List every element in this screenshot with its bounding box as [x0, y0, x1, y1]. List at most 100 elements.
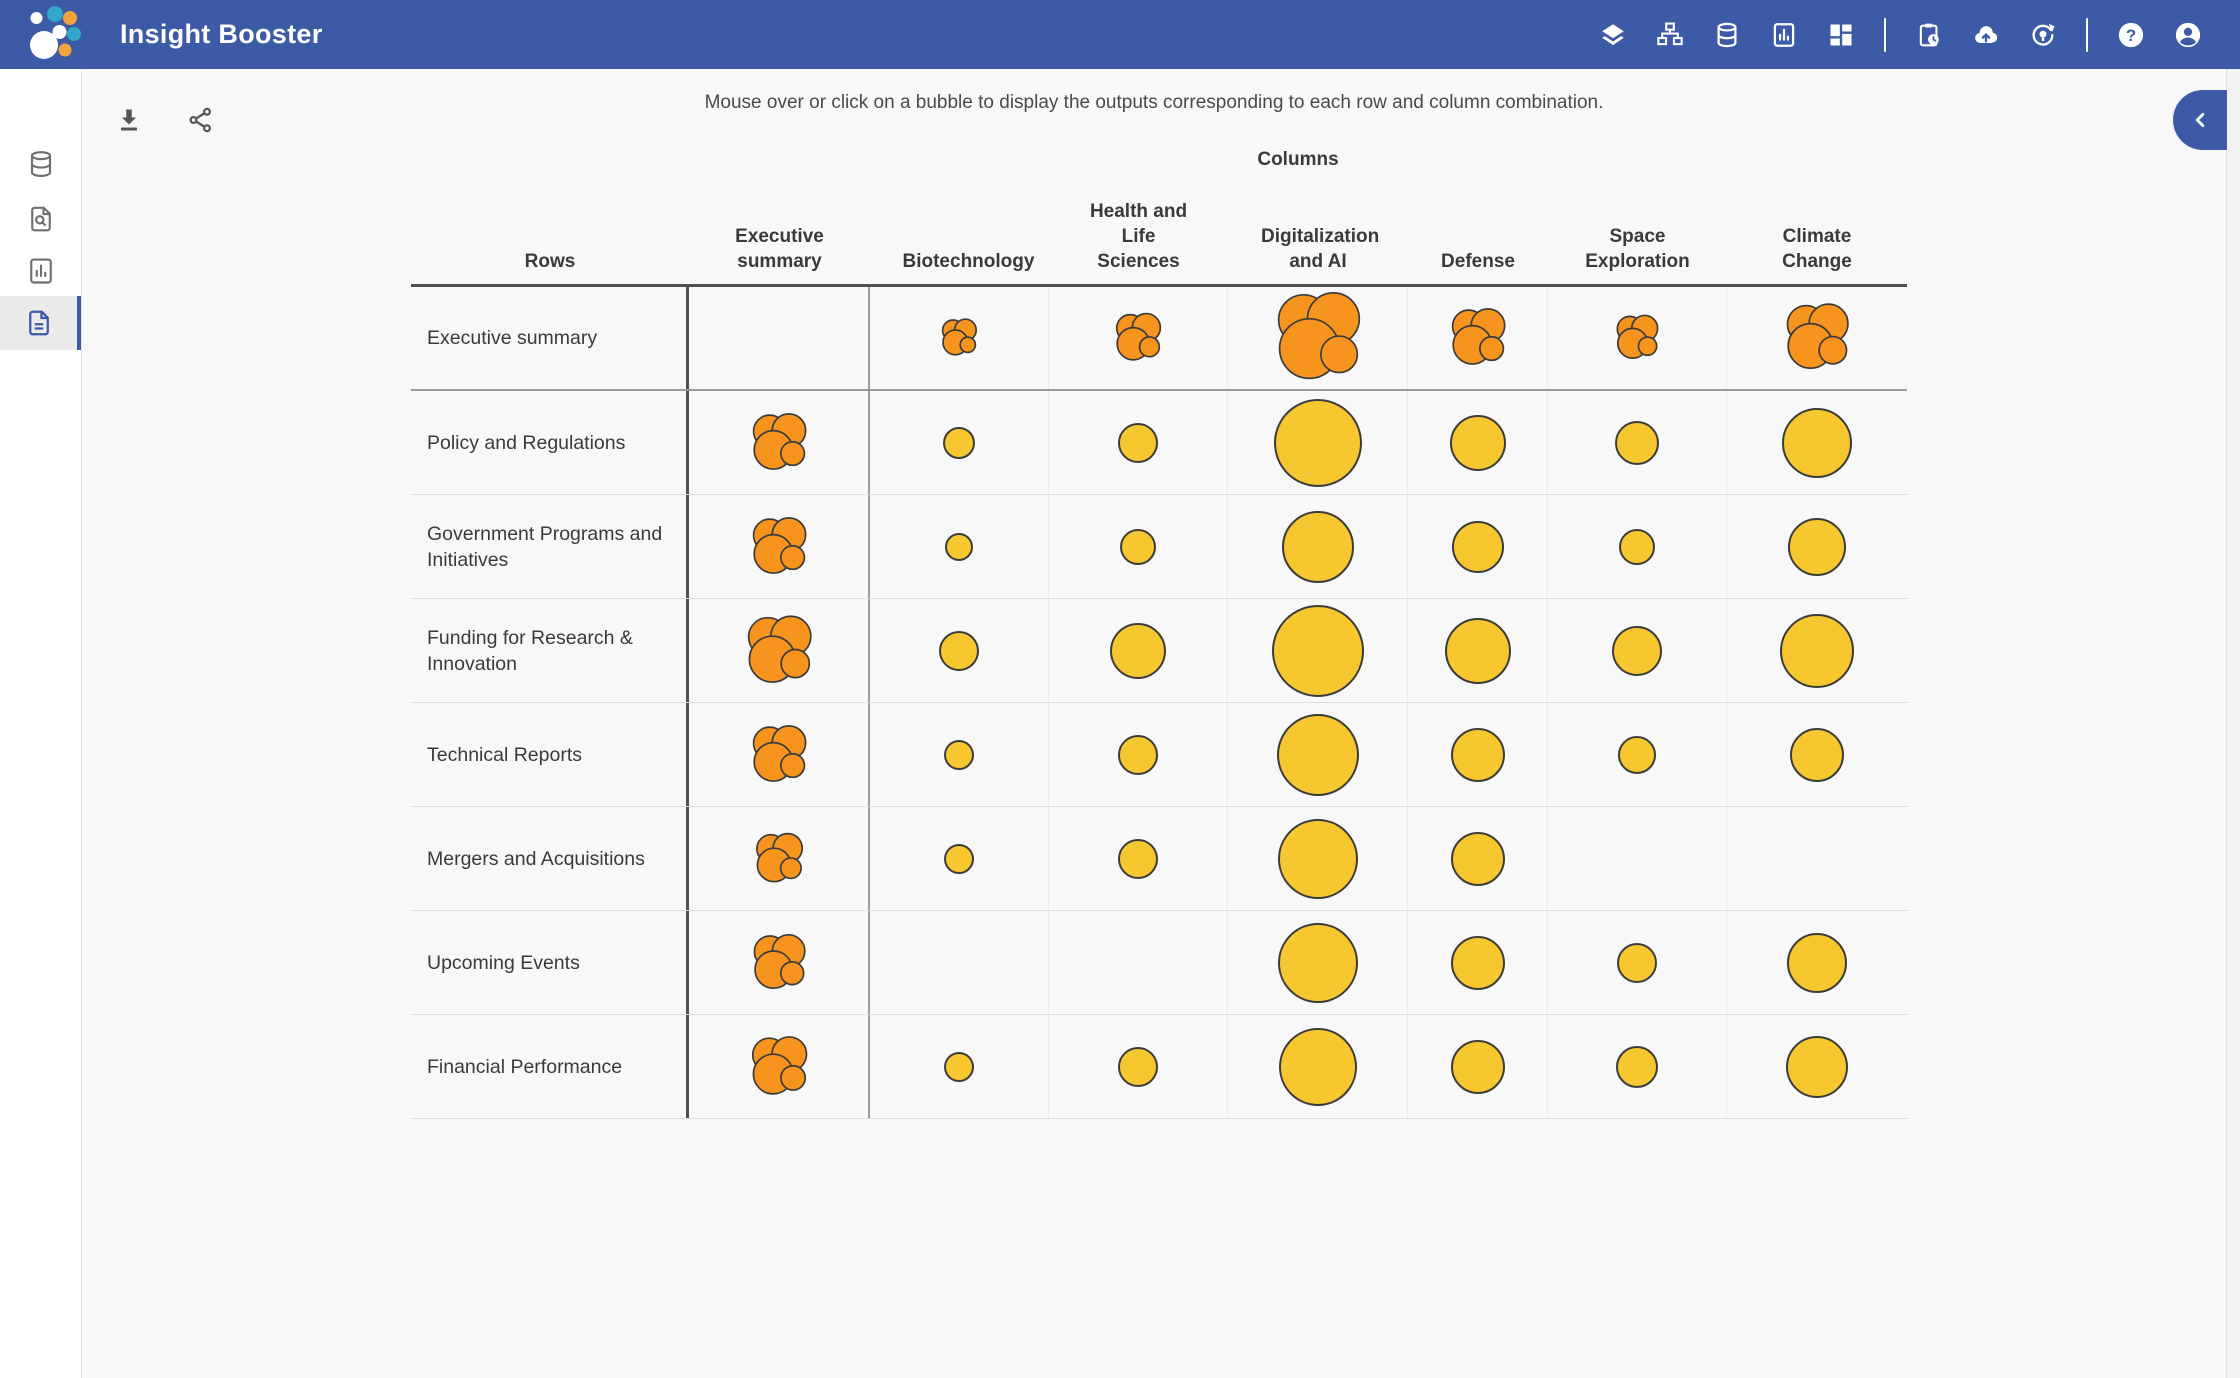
matrix-cell	[1548, 703, 1727, 806]
bubble[interactable]	[1118, 1047, 1158, 1087]
bubble[interactable]	[1279, 1028, 1357, 1106]
help-icon[interactable]: ?	[2117, 21, 2145, 49]
matrix-cell	[689, 807, 870, 910]
matrix-cell	[870, 911, 1049, 1014]
bubble[interactable]	[1612, 626, 1662, 676]
bubble[interactable]	[1616, 1046, 1658, 1088]
layers-icon[interactable]	[1599, 21, 1627, 49]
bubble[interactable]	[1278, 923, 1358, 1003]
bubble[interactable]	[1272, 605, 1364, 697]
panel-collapse-button[interactable]	[2173, 90, 2227, 150]
bubble[interactable]	[1619, 529, 1655, 565]
bubble-cluster[interactable]	[1613, 314, 1661, 362]
bubble[interactable]	[1451, 832, 1505, 886]
matrix-cell	[1228, 287, 1408, 389]
bubble[interactable]	[945, 533, 973, 561]
bubble[interactable]	[1790, 728, 1844, 782]
bubble-cluster[interactable]	[742, 614, 816, 688]
matrix-cell	[1727, 703, 1907, 806]
matrix-cell	[870, 599, 1049, 702]
matrix-cell	[1049, 1015, 1228, 1118]
row-label: Policy and Regulations	[411, 391, 689, 494]
instruction-text: Mouse over or click on a bubble to displ…	[81, 92, 2227, 114]
matrix-cell	[1228, 807, 1408, 910]
bubble[interactable]	[944, 740, 974, 770]
matrix-cell	[1408, 599, 1548, 702]
sidebar-item-documents[interactable]	[0, 296, 81, 350]
app-logo-icon	[24, 5, 86, 65]
row-label: Financial Performance	[411, 1015, 689, 1118]
header-separator	[2086, 18, 2088, 52]
matrix-cell	[1228, 911, 1408, 1014]
bubble[interactable]	[1277, 714, 1359, 796]
matrix-cell	[870, 391, 1049, 494]
row-label: Mergers and Acquisitions	[411, 807, 689, 910]
bubble-cluster[interactable]	[1112, 312, 1164, 364]
database-icon[interactable]	[1713, 21, 1741, 49]
bubble-cluster[interactable]	[747, 1035, 811, 1099]
column-header-space-exploration: Space Exploration	[1548, 140, 1727, 284]
matrix-cell	[1727, 391, 1907, 494]
column-header-defense: Defense	[1408, 140, 1548, 284]
bubble-cluster[interactable]	[1781, 302, 1853, 374]
sidebar-item-document-search[interactable]	[0, 192, 81, 246]
bubble[interactable]	[944, 1052, 974, 1082]
bubble[interactable]	[1782, 408, 1852, 478]
sidebar-item-database[interactable]	[0, 137, 81, 191]
matrix-cell	[689, 599, 870, 702]
app-header: Insight Booster	[0, 0, 2240, 69]
dashboard-icon[interactable]	[1827, 21, 1855, 49]
bubble[interactable]	[1282, 511, 1354, 583]
bubble[interactable]	[1788, 518, 1846, 576]
bubble-cluster[interactable]	[748, 516, 810, 578]
bubble[interactable]	[1451, 936, 1505, 990]
bubble-cluster[interactable]	[1447, 307, 1509, 369]
matrix-cell	[1408, 287, 1548, 389]
sidebar-item-charts[interactable]	[0, 244, 81, 298]
bubble[interactable]	[1451, 1040, 1505, 1094]
column-header-biotechnology: Biotechnology	[870, 140, 1049, 284]
cloud-upload-icon[interactable]	[1972, 21, 2000, 49]
row-label: Government Programs and Initiatives	[411, 495, 689, 598]
bubble[interactable]	[1780, 614, 1854, 688]
matrix-row-funding-for-research-innovation: Funding for Research & Innovation	[411, 599, 1907, 703]
report-chart-icon[interactable]	[1770, 21, 1798, 49]
bubble-cluster[interactable]	[749, 933, 809, 993]
bubble[interactable]	[1787, 933, 1847, 993]
right-panel-strip	[2226, 69, 2240, 1378]
bubble[interactable]	[1110, 623, 1166, 679]
bubble[interactable]	[1618, 736, 1656, 774]
bubble-cluster[interactable]	[939, 318, 979, 358]
user-icon[interactable]	[2174, 21, 2202, 49]
bubble[interactable]	[1118, 839, 1158, 879]
bubble[interactable]	[1274, 399, 1362, 487]
bubble[interactable]	[943, 427, 975, 459]
bubble[interactable]	[1450, 415, 1506, 471]
bubble[interactable]	[944, 844, 974, 874]
bubble[interactable]	[1786, 1036, 1848, 1098]
matrix-cell	[1727, 599, 1907, 702]
bubble-cluster[interactable]	[748, 724, 810, 786]
bubble[interactable]	[1617, 943, 1657, 983]
matrix-cell	[1049, 599, 1228, 702]
bubble[interactable]	[939, 631, 979, 671]
matrix-cell	[1548, 807, 1727, 910]
bubble[interactable]	[1118, 735, 1158, 775]
hierarchy-icon[interactable]	[1656, 21, 1684, 49]
clipboard-clock-icon[interactable]	[1915, 21, 1943, 49]
header-icon-bar: ?	[1599, 18, 2240, 52]
bubble-cluster[interactable]	[1270, 290, 1366, 386]
bubble[interactable]	[1615, 421, 1659, 465]
bubble[interactable]	[1120, 529, 1156, 565]
bubble[interactable]	[1278, 819, 1358, 899]
matrix-cell	[689, 287, 870, 389]
bubble-cluster[interactable]	[752, 832, 806, 886]
bubble[interactable]	[1445, 618, 1511, 684]
bubble-cluster[interactable]	[748, 412, 810, 474]
bubble[interactable]	[1451, 728, 1505, 782]
bubble[interactable]	[1118, 423, 1158, 463]
refresh-insight-icon[interactable]	[2029, 21, 2057, 49]
matrix-cell	[1408, 495, 1548, 598]
document-search-icon	[26, 204, 56, 234]
bubble[interactable]	[1452, 521, 1504, 573]
